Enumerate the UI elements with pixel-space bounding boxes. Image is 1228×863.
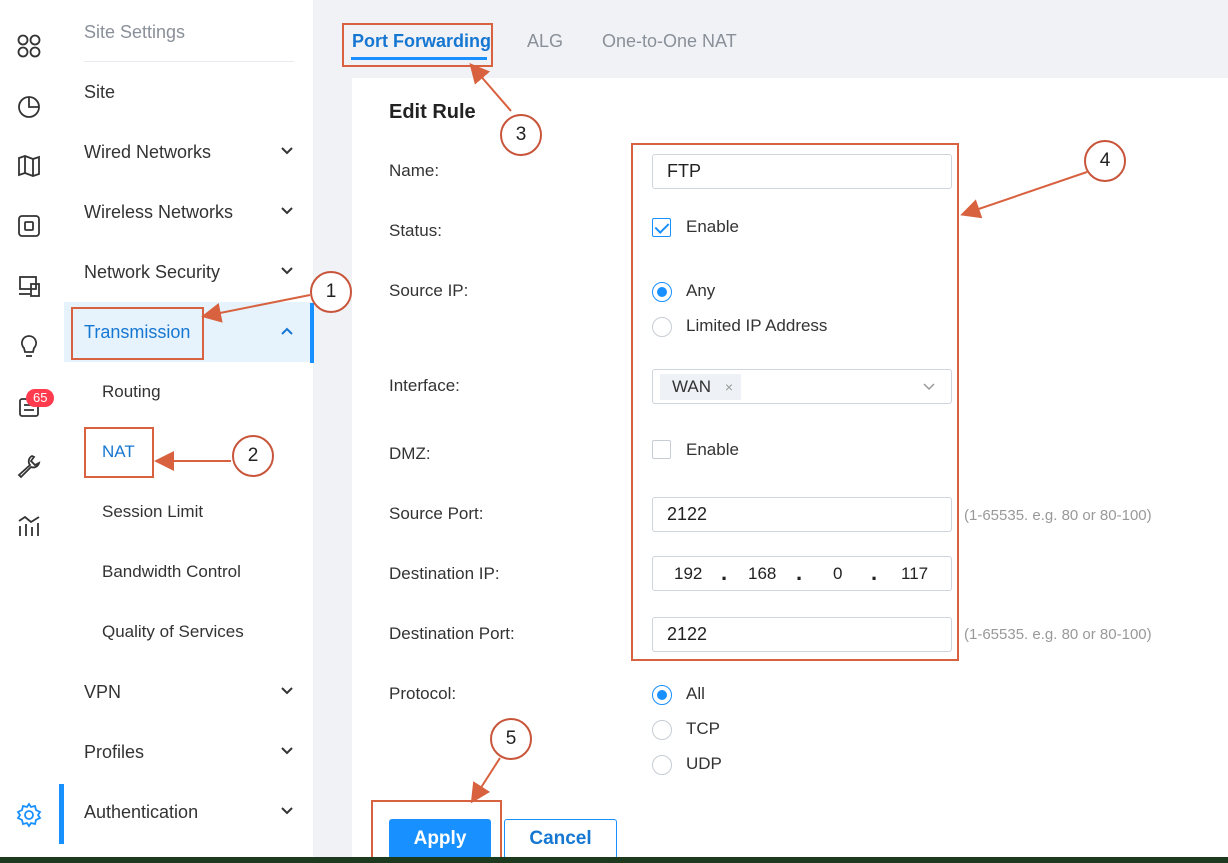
dmz-label: DMZ: — [389, 444, 431, 463]
sidebar-item-label: Site — [84, 81, 116, 102]
map-icon[interactable] — [14, 151, 44, 181]
sidebar-item-routing[interactable]: Routing — [64, 362, 314, 422]
tools-icon[interactable] — [14, 451, 44, 481]
chevron-down-icon — [281, 807, 293, 815]
destination-port-hint: (1-65535. e.g. 80 or 80-100) — [964, 626, 1152, 643]
annotation-box-transmission — [71, 307, 204, 360]
bottom-edge-strip — [0, 857, 1228, 863]
chevron-down-icon — [281, 267, 293, 275]
icon-rail: 65 — [0, 0, 64, 863]
source-port-label: Source Port: — [389, 504, 484, 523]
chevron-down-icon — [281, 147, 293, 155]
sidebar-item-label: VPN — [84, 681, 122, 702]
annotation-box-apply — [371, 800, 502, 860]
annotation-box-rule-fields — [631, 143, 959, 661]
annotation-box-port-forwarding — [342, 23, 493, 67]
sidebar-item-network-security[interactable]: Network Security — [64, 242, 314, 302]
sidebar-item-bandwidth-control[interactable]: Bandwidth Control — [64, 542, 314, 602]
sidebar-item-profiles[interactable]: Profiles — [64, 722, 314, 782]
sidebar-item-quality-of-services[interactable]: Quality of Services — [64, 602, 314, 662]
sidebar-item-label: Authentication — [84, 801, 199, 822]
sidebar-item-label: Network Security — [84, 261, 221, 282]
sidebar-item-wireless-networks[interactable]: Wireless Networks — [64, 182, 314, 242]
protocol-udp-radio[interactable] — [652, 755, 672, 775]
status-label: Status: — [389, 221, 442, 240]
annotation-callout-2: 2 — [232, 435, 274, 477]
sidebar-item-session-limit[interactable]: Session Limit — [64, 482, 314, 542]
insight-icon[interactable] — [14, 331, 44, 361]
annotation-callout-5: 5 — [490, 718, 532, 760]
sidebar-item-wired-networks[interactable]: Wired Networks — [64, 122, 314, 182]
source-port-hint: (1-65535. e.g. 80 or 80-100) — [964, 507, 1152, 524]
sidebar-item-label: Profiles — [84, 741, 145, 762]
annotation-callout-4: 4 — [1084, 140, 1126, 182]
interface-label: Interface: — [389, 376, 460, 395]
sidebar-item-vpn[interactable]: VPN — [64, 662, 314, 722]
sidebar-active-indicator — [310, 303, 314, 363]
sidebar-item-site[interactable]: Site — [64, 62, 314, 122]
devices-icon[interactable] — [14, 211, 44, 241]
chevron-down-icon — [281, 207, 293, 215]
name-label: Name: — [389, 161, 440, 180]
protocol-all-label: All — [686, 684, 705, 703]
sidebar-item-label: Routing — [102, 382, 161, 401]
sidebar-item-authentication[interactable]: Authentication — [64, 782, 314, 842]
destination-port-label: Destination Port: — [389, 624, 515, 643]
sidebar-item-label: Wired Networks — [84, 141, 212, 162]
sidebar-item-label: Quality of Services — [102, 622, 244, 641]
sidebar-item-label: Bandwidth Control — [102, 562, 241, 581]
protocol-tcp-label: TCP — [686, 719, 720, 738]
notification-badge: 65 — [26, 389, 55, 407]
source-ip-label: Source IP: — [389, 281, 469, 300]
page-title: Edit Rule — [389, 101, 476, 123]
protocol-tcp-radio[interactable] — [652, 720, 672, 740]
sidebar-item-label: Wireless Networks — [84, 201, 234, 222]
tab-one-to-one-nat[interactable]: One-to-One NAT — [602, 31, 737, 52]
sidebar-title: Site Settings — [84, 22, 186, 42]
protocol-label: Protocol: — [389, 684, 457, 703]
annotation-callout-1: 1 — [310, 271, 352, 313]
chevron-down-icon — [281, 687, 293, 695]
chevron-up-icon — [281, 327, 293, 335]
sidebar-item-label: Session Limit — [102, 502, 204, 521]
tab-alg[interactable]: ALG — [527, 31, 563, 52]
destination-ip-label: Destination IP: — [389, 564, 500, 583]
chevron-down-icon — [281, 747, 293, 755]
dashboard-icon[interactable] — [14, 31, 44, 61]
statistics-icon[interactable] — [14, 91, 44, 121]
annotation-callout-3: 3 — [500, 114, 542, 156]
clients-icon[interactable] — [14, 271, 44, 301]
annotation-box-nat — [84, 427, 154, 478]
settings-icon[interactable] — [14, 800, 44, 830]
protocol-udp-label: UDP — [686, 754, 722, 773]
protocol-all-radio[interactable] — [652, 685, 672, 705]
cancel-button[interactable]: Cancel — [504, 819, 617, 859]
reports-icon[interactable] — [14, 511, 44, 541]
